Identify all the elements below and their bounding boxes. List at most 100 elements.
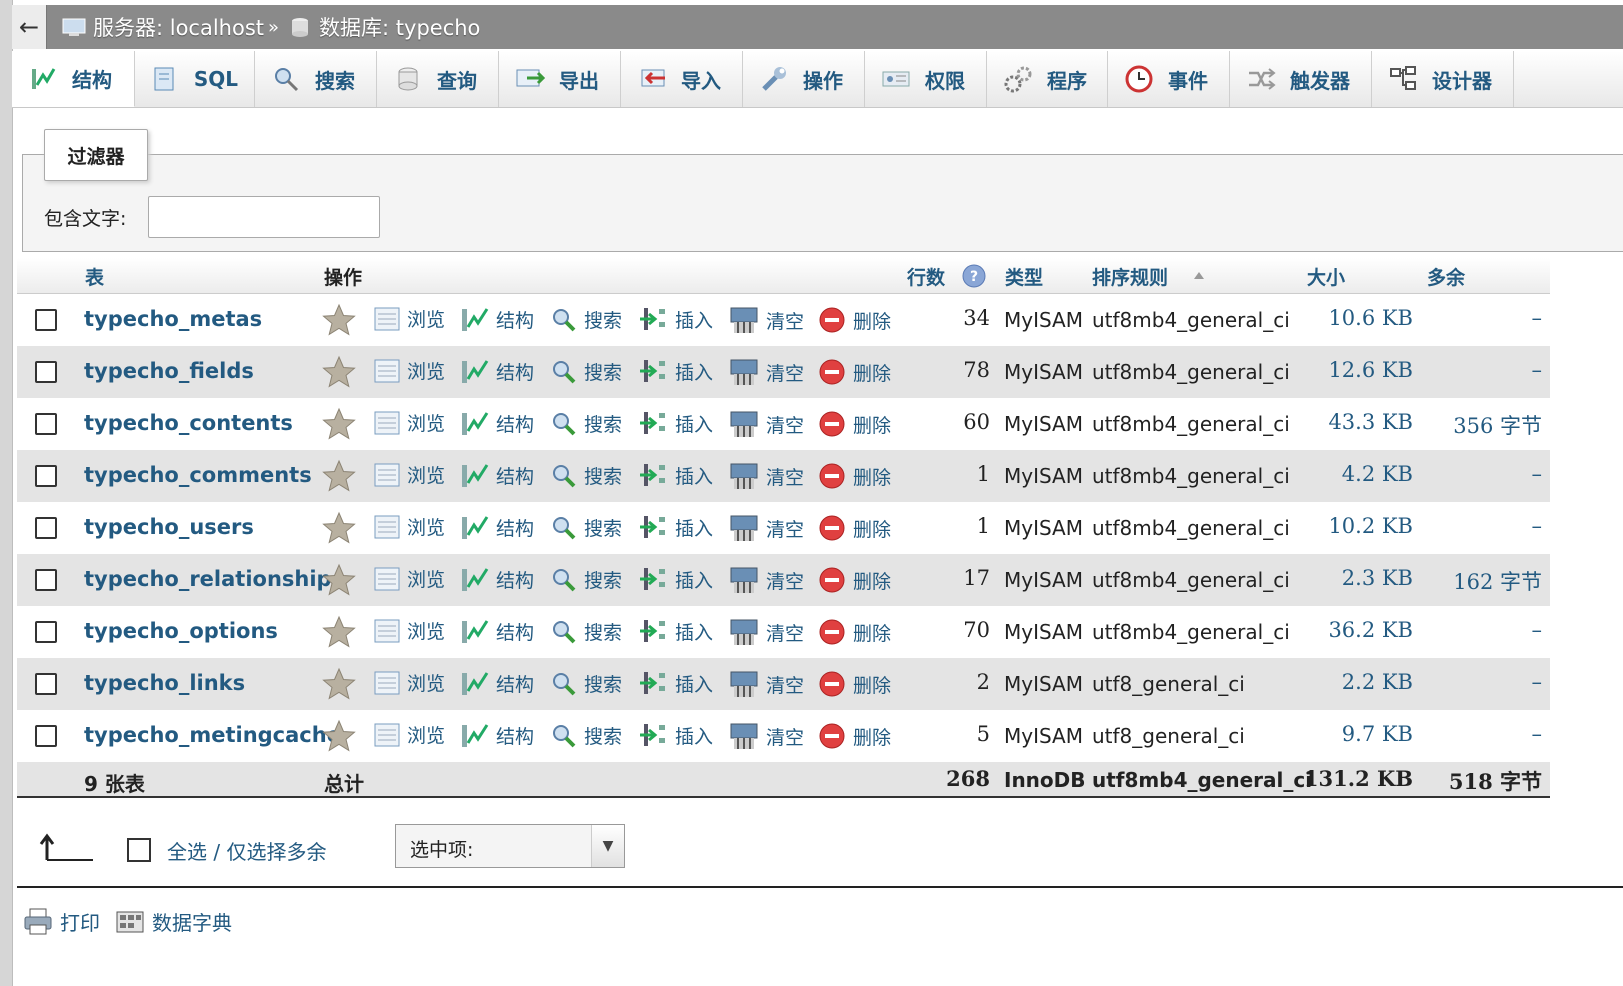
table-name-link[interactable]: typecho_users — [84, 515, 254, 539]
favorite-star-icon[interactable] — [322, 667, 356, 701]
action-structure[interactable]: 结构 — [460, 617, 534, 645]
row-checkbox[interactable] — [35, 361, 57, 383]
action-browse[interactable]: 浏览 — [373, 565, 445, 592]
table-size[interactable]: 10.6 KB — [1328, 306, 1413, 330]
with-selected-dropdown[interactable]: 选中项: ▼ — [395, 824, 625, 868]
tab-export[interactable]: 导出 — [499, 51, 621, 107]
action-insert[interactable]: 插入 — [639, 721, 713, 749]
select-all-checkbox[interactable] — [127, 838, 151, 862]
tab-sql[interactable]: SQL — [135, 51, 255, 107]
table-size[interactable]: 12.6 KB — [1328, 358, 1413, 382]
action-empty[interactable]: 清空 — [728, 305, 804, 335]
tab-structure[interactable]: 结构 — [12, 51, 135, 107]
header-size[interactable]: 大小 — [1307, 263, 1345, 290]
header-table[interactable]: 表 — [85, 263, 104, 290]
favorite-star-icon[interactable] — [322, 303, 356, 337]
action-browse[interactable]: 浏览 — [373, 461, 445, 488]
header-rows[interactable]: 行数 — [907, 263, 945, 290]
action-browse[interactable]: 浏览 — [373, 357, 445, 384]
row-checkbox[interactable] — [35, 517, 57, 539]
action-structure[interactable]: 结构 — [460, 565, 534, 593]
table-name-link[interactable]: typecho_metas — [84, 307, 262, 331]
action-browse[interactable]: 浏览 — [373, 617, 445, 644]
table-size[interactable]: 2.3 KB — [1342, 566, 1413, 590]
action-drop[interactable]: 删除 — [817, 461, 891, 491]
action-drop[interactable]: 删除 — [817, 669, 891, 699]
action-structure[interactable]: 结构 — [460, 357, 534, 385]
action-search[interactable]: 搜索 — [550, 305, 622, 333]
breadcrumb-server[interactable]: 服务器: localhost — [61, 12, 264, 42]
action-insert[interactable]: 插入 — [639, 565, 713, 593]
tab-designer[interactable]: 设计器 — [1372, 51, 1514, 107]
action-browse[interactable]: 浏览 — [373, 305, 445, 332]
table-name-link[interactable]: typecho_metingcache — [84, 723, 341, 747]
action-drop[interactable]: 删除 — [817, 565, 891, 595]
tab-routines[interactable]: 程序 — [987, 51, 1108, 107]
favorite-star-icon[interactable] — [322, 459, 356, 493]
action-drop[interactable]: 删除 — [817, 357, 891, 387]
action-browse[interactable]: 浏览 — [373, 513, 445, 540]
tab-import[interactable]: 导入 — [621, 51, 743, 107]
data-dictionary-link[interactable]: 数据字典 — [114, 906, 232, 936]
action-structure[interactable]: 结构 — [460, 409, 534, 437]
favorite-star-icon[interactable] — [322, 719, 356, 753]
action-drop[interactable]: 删除 — [817, 721, 891, 751]
print-link[interactable]: 打印 — [22, 906, 100, 936]
favorite-star-icon[interactable] — [322, 407, 356, 441]
table-size[interactable]: 2.2 KB — [1342, 670, 1413, 694]
table-size[interactable]: 10.2 KB — [1328, 514, 1413, 538]
favorite-star-icon[interactable] — [322, 615, 356, 649]
favorite-star-icon[interactable] — [322, 563, 356, 597]
action-drop[interactable]: 删除 — [817, 617, 891, 647]
header-overhead[interactable]: 多余 — [1427, 263, 1465, 290]
back-arrow-icon[interactable]: ← — [12, 5, 47, 49]
table-size[interactable]: 9.7 KB — [1342, 722, 1413, 746]
table-size[interactable]: 36.2 KB — [1328, 618, 1413, 642]
header-type[interactable]: 类型 — [1005, 263, 1043, 290]
action-empty[interactable]: 清空 — [728, 617, 804, 647]
action-search[interactable]: 搜索 — [550, 721, 622, 749]
action-search[interactable]: 搜索 — [550, 357, 622, 385]
action-empty[interactable]: 清空 — [728, 669, 804, 699]
tab-search[interactable]: 搜索 — [255, 51, 377, 107]
action-empty[interactable]: 清空 — [728, 357, 804, 387]
action-search[interactable]: 搜索 — [550, 617, 622, 645]
table-size[interactable]: 43.3 KB — [1328, 410, 1413, 434]
tab-triggers[interactable]: 触发器 — [1230, 51, 1372, 107]
action-structure[interactable]: 结构 — [460, 305, 534, 333]
row-checkbox[interactable] — [35, 621, 57, 643]
action-empty[interactable]: 清空 — [728, 409, 804, 439]
row-checkbox[interactable] — [35, 309, 57, 331]
tab-operations[interactable]: 操作 — [743, 51, 865, 107]
action-empty[interactable]: 清空 — [728, 513, 804, 543]
action-drop[interactable]: 删除 — [817, 305, 891, 335]
tab-query[interactable]: 查询 — [377, 51, 499, 107]
action-browse[interactable]: 浏览 — [373, 669, 445, 696]
action-browse[interactable]: 浏览 — [373, 409, 445, 436]
table-name-link[interactable]: typecho_comments — [84, 463, 312, 487]
help-icon[interactable]: ? — [961, 263, 987, 289]
table-name-link[interactable]: typecho_options — [84, 619, 278, 643]
row-checkbox[interactable] — [35, 569, 57, 591]
action-insert[interactable]: 插入 — [639, 305, 713, 333]
action-structure[interactable]: 结构 — [460, 669, 534, 697]
action-drop[interactable]: 删除 — [817, 409, 891, 439]
action-empty[interactable]: 清空 — [728, 721, 804, 751]
action-search[interactable]: 搜索 — [550, 565, 622, 593]
tab-privileges[interactable]: 权限 — [865, 51, 987, 107]
row-checkbox[interactable] — [35, 673, 57, 695]
action-search[interactable]: 搜索 — [550, 513, 622, 541]
action-structure[interactable]: 结构 — [460, 513, 534, 541]
action-drop[interactable]: 删除 — [817, 513, 891, 543]
row-checkbox[interactable] — [35, 725, 57, 747]
tab-events[interactable]: 事件 — [1108, 51, 1230, 107]
action-insert[interactable]: 插入 — [639, 357, 713, 385]
action-search[interactable]: 搜索 — [550, 461, 622, 489]
action-search[interactable]: 搜索 — [550, 409, 622, 437]
action-structure[interactable]: 结构 — [460, 721, 534, 749]
favorite-star-icon[interactable] — [322, 355, 356, 389]
table-name-link[interactable]: typecho_contents — [84, 411, 293, 435]
favorite-star-icon[interactable] — [322, 511, 356, 545]
action-search[interactable]: 搜索 — [550, 669, 622, 697]
row-checkbox[interactable] — [35, 465, 57, 487]
